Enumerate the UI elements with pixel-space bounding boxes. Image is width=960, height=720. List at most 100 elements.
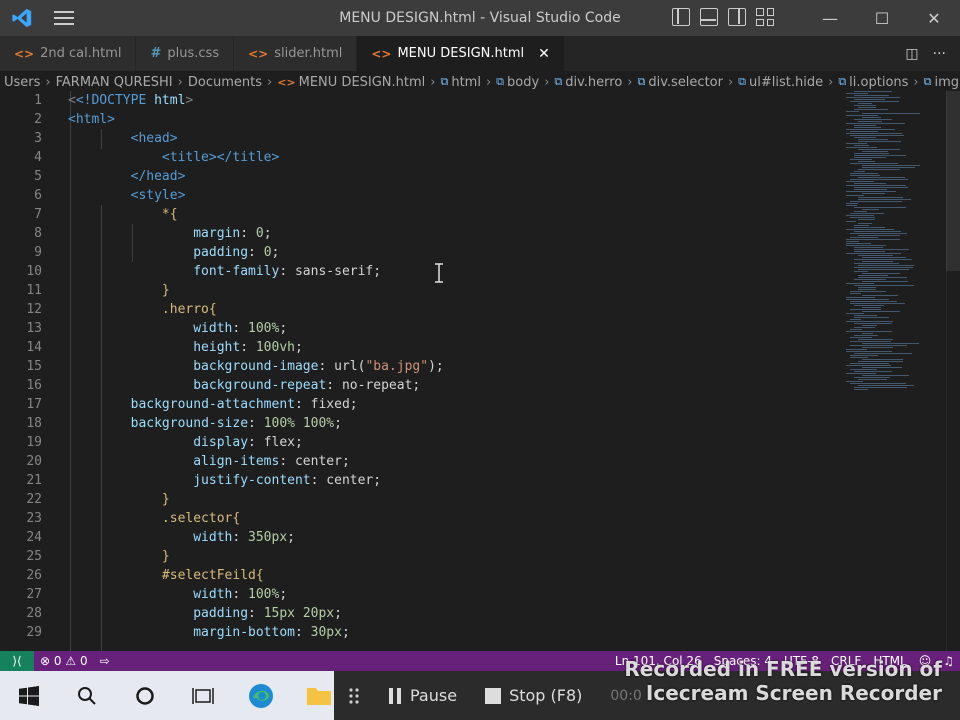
- minimap-line: [846, 93, 869, 94]
- close-tab-icon[interactable]: ✕: [538, 46, 550, 62]
- line-number: 11: [26, 283, 42, 298]
- element-icon: ⧉: [440, 75, 449, 88]
- tab-2nd-cal-html[interactable]: <> 2nd cal.html: [0, 36, 137, 71]
- cortana-icon[interactable]: [116, 671, 174, 720]
- warning-icon: ⚠: [65, 654, 77, 668]
- vscode-logo-icon[interactable]: [0, 0, 44, 36]
- code-line: background-size: 100% 100%;: [130, 416, 342, 431]
- code-line: <style>: [130, 188, 186, 203]
- maximize-button[interactable]: ☐: [856, 0, 908, 36]
- live-share-icon[interactable]: ⇨: [94, 654, 116, 668]
- breadcrumb-item[interactable]: img: [934, 75, 959, 90]
- minimap-line: [850, 369, 877, 370]
- tab-label: 2nd cal.html: [40, 46, 122, 61]
- minimap-line: [854, 249, 910, 250]
- code-line: justify-content: center;: [193, 473, 382, 488]
- minimap-line: [854, 125, 876, 126]
- minimap-line: [858, 149, 901, 150]
- windows-start-icon[interactable]: [0, 671, 58, 720]
- close-window-button[interactable]: ✕: [908, 0, 960, 36]
- element-icon: ⧉: [738, 75, 747, 88]
- breadcrumb-item[interactable]: div.herro: [565, 75, 622, 90]
- minimap-line: [862, 257, 906, 258]
- minimap-line: [850, 291, 887, 292]
- minimize-button[interactable]: —: [804, 0, 856, 36]
- minimap-line: [858, 235, 900, 236]
- breadcrumb-item[interactable]: li.options: [849, 75, 908, 90]
- warning-count: 0: [79, 654, 88, 668]
- error-icon: ⊗: [40, 654, 51, 668]
- minimap-line: [846, 313, 865, 314]
- minimap-line: [862, 281, 909, 282]
- minimap-line: [850, 173, 878, 174]
- stop-label: Stop (F8): [509, 686, 583, 705]
- line-number: 19: [26, 435, 42, 450]
- line-number: 9: [34, 245, 42, 260]
- breadcrumb-item[interactable]: body: [507, 75, 539, 90]
- scrollbar-thumb[interactable]: [946, 91, 960, 271]
- breadcrumb-item[interactable]: Documents: [188, 75, 262, 90]
- line-number: 25: [26, 549, 42, 564]
- tab-menu-design-html[interactable]: <> MENU DESIGN.html ✕: [357, 36, 565, 71]
- minimap-line: [858, 339, 893, 340]
- minimap-line: [862, 295, 898, 296]
- edge-browser-icon[interactable]: [232, 671, 290, 720]
- breadcrumb-item[interactable]: Users: [4, 75, 40, 90]
- split-editor-icon[interactable]: ◫: [905, 46, 918, 62]
- minimap-line: [862, 343, 920, 344]
- minimap-line: [858, 199, 912, 200]
- minimap-line: [862, 193, 886, 194]
- editor-tab-bar: <> 2nd cal.html # plus.css <> slider.htm…: [0, 36, 960, 71]
- stop-button[interactable]: Stop (F8): [471, 686, 596, 705]
- minimap-line: [858, 361, 904, 362]
- minimap-line: [854, 371, 893, 372]
- minimap-line: [854, 335, 878, 336]
- code-line: padding: 15px 20px;: [193, 606, 342, 621]
- line-number: 3: [34, 131, 42, 146]
- breadcrumb-item[interactable]: ul#list.hide: [749, 75, 823, 90]
- code-line: .selector{: [161, 511, 241, 526]
- line-number: 14: [26, 340, 42, 355]
- element-icon: ⧉: [923, 75, 932, 88]
- code-editor[interactable]: 1 2 3 4 5 6 7 8 9 10 11 12 13 14 15 16 1…: [0, 91, 960, 651]
- remote-indicator-icon[interactable]: ⟩⟨: [0, 651, 34, 671]
- breadcrumb-item[interactable]: div.selector: [648, 75, 723, 90]
- minimap-line: [846, 181, 874, 182]
- search-icon[interactable]: [58, 671, 116, 720]
- more-actions-icon[interactable]: ···: [933, 46, 946, 62]
- tab-plus-css[interactable]: # plus.css: [136, 36, 235, 71]
- code-line: background-attachment: fixed;: [130, 397, 358, 412]
- drag-handle-icon[interactable]: [334, 687, 374, 705]
- toggle-secondary-sidebar-icon[interactable]: [728, 8, 746, 26]
- line-number: 8: [34, 226, 42, 241]
- toggle-sidebar-icon[interactable]: [672, 8, 690, 26]
- minimap[interactable]: [846, 91, 946, 651]
- minimap-line: [858, 385, 915, 386]
- toggle-panel-icon[interactable]: [700, 8, 718, 26]
- pause-button[interactable]: Pause: [374, 686, 471, 705]
- minimap-line: [862, 333, 874, 334]
- line-number: 7: [34, 207, 42, 222]
- breadcrumb-item[interactable]: html: [451, 75, 481, 90]
- minimap-line: [846, 283, 875, 284]
- hamburger-menu-icon[interactable]: [44, 0, 84, 36]
- breadcrumb-item[interactable]: MENU DESIGN.html: [299, 75, 426, 90]
- task-view-icon[interactable]: [174, 671, 232, 720]
- minimap-line: [846, 221, 857, 222]
- minimap-line: [858, 177, 905, 178]
- element-icon: ⧉: [637, 75, 646, 88]
- error-count: 0: [53, 654, 62, 668]
- minimap-line: [862, 311, 901, 312]
- text-cursor-icon: [435, 263, 443, 283]
- tab-slider-html[interactable]: <> slider.html: [234, 36, 358, 71]
- minimap-line: [850, 135, 905, 136]
- customize-layout-icon[interactable]: [756, 8, 774, 26]
- minimap-line: [858, 265, 914, 266]
- minimap-line: [846, 143, 868, 144]
- breadcrumb-item[interactable]: FARMAN QURESHI: [56, 75, 173, 90]
- minimap-line: [862, 151, 889, 152]
- minimap-line: [858, 379, 888, 380]
- minimap-line: [850, 101, 900, 102]
- vertical-scrollbar[interactable]: [946, 91, 960, 651]
- problems-indicator[interactable]: ⊗ 0 ⚠ 0: [34, 654, 94, 668]
